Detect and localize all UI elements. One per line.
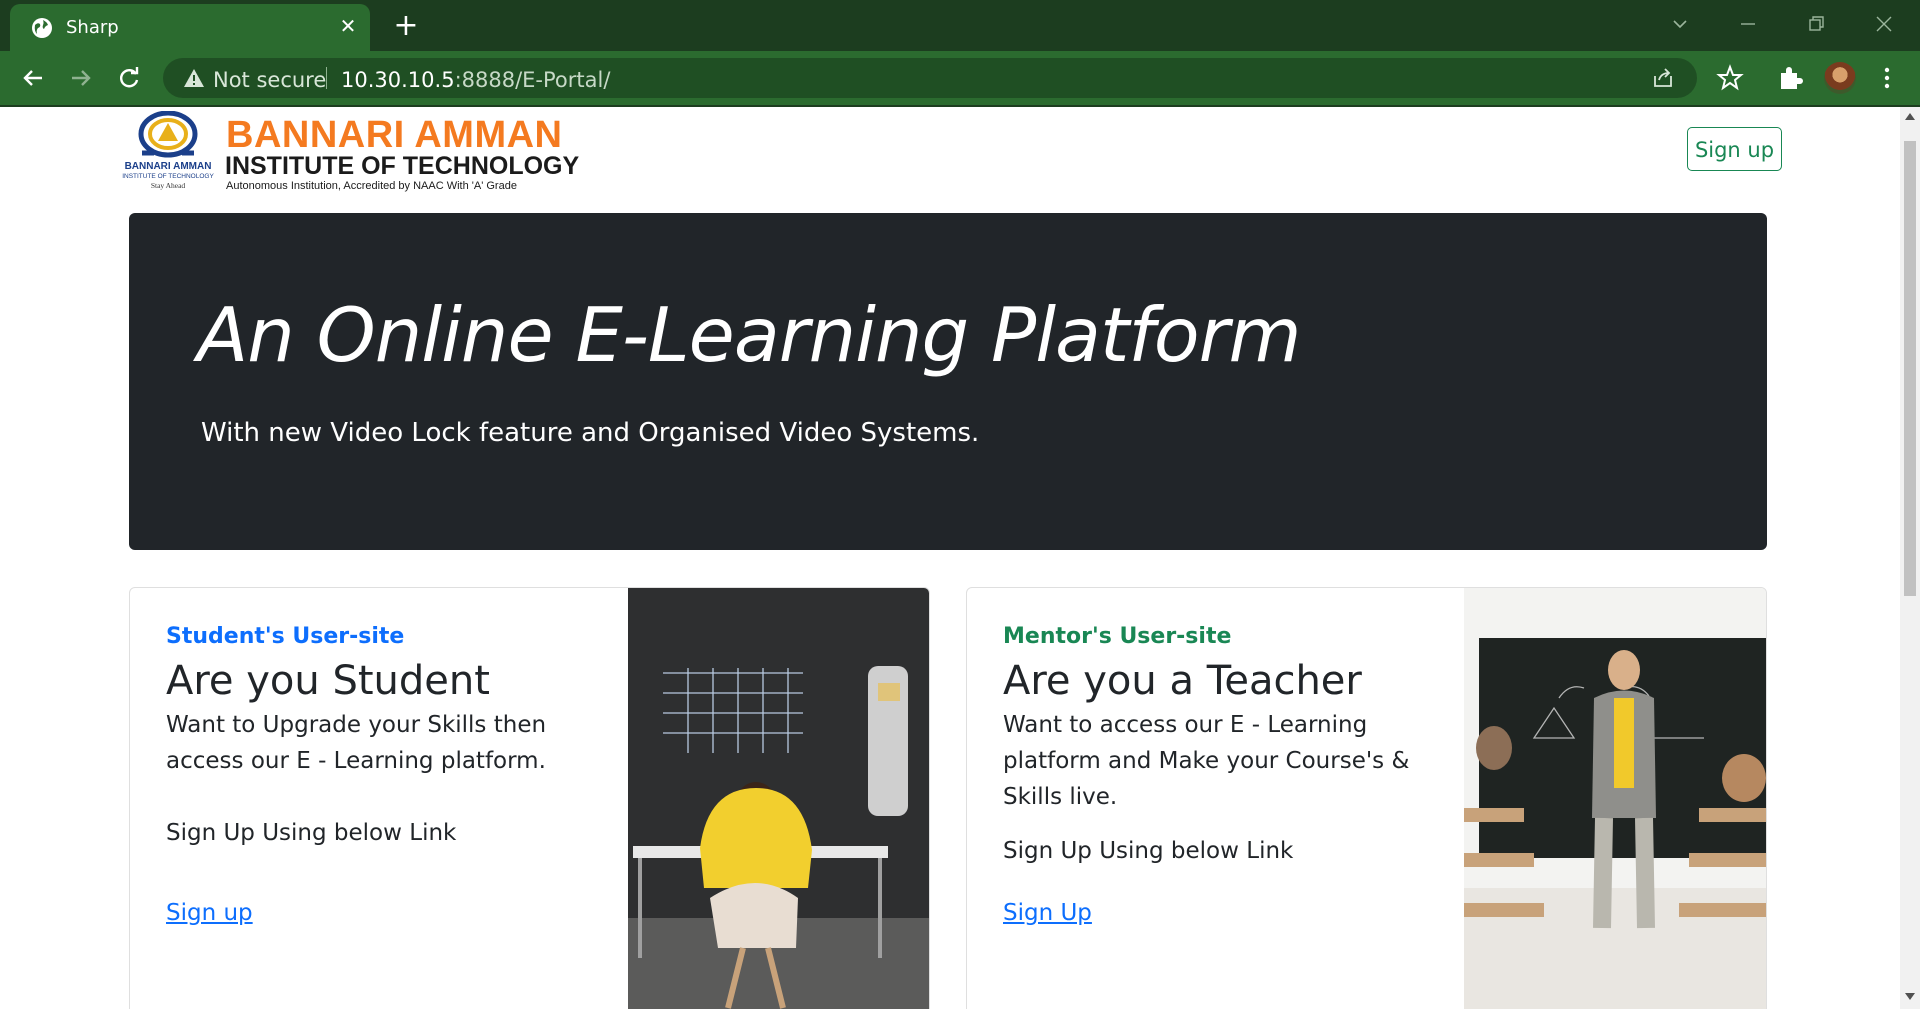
student-card-eyebrow: Student's User-site xyxy=(166,624,405,649)
new-tab-icon[interactable]: + xyxy=(390,11,422,43)
share-icon[interactable] xyxy=(1651,66,1675,90)
menu-icon[interactable] xyxy=(1873,64,1901,92)
emblem-text-2: INSTITUTE OF TECHNOLOGY xyxy=(122,173,214,180)
tab-search-icon[interactable] xyxy=(1667,12,1693,36)
emblem-text-1: BANNARI AMMAN xyxy=(124,161,212,172)
logo-title: BANNARI AMMAN xyxy=(226,114,563,156)
mentor-signup-text: Sign Up Using below Link xyxy=(1003,838,1294,864)
browser-toolbar: Not secure 10.30.10.5:8888/E-Portal/ xyxy=(0,51,1920,107)
mentor-card-image xyxy=(1464,588,1766,1009)
logo-subtitle: INSTITUTE OF TECHNOLOGY xyxy=(225,152,580,180)
browser-tab[interactable]: Sharp ✕ xyxy=(10,4,370,51)
close-icon[interactable]: ✕ xyxy=(335,14,361,40)
page-content: BANNARI AMMAN INSTITUTE OF TECHNOLOGY St… xyxy=(0,107,1900,1009)
header-signup-button[interactable]: Sign up xyxy=(1687,127,1782,171)
hero-banner: An Online E-Learning Platform With new V… xyxy=(129,213,1767,550)
student-card-title: Are you Student xyxy=(166,658,490,704)
mentor-card-eyebrow: Mentor's User-site xyxy=(1003,624,1232,649)
logo-tagline: Autonomous Institution, Accredited by NA… xyxy=(226,180,517,192)
forward-icon[interactable] xyxy=(66,63,96,93)
browser-tabstrip: Sharp ✕ + xyxy=(0,0,1920,51)
student-card-text: Want to Upgrade your Skills then access … xyxy=(166,712,547,774)
globe-icon xyxy=(32,18,52,38)
emblem-text-3: Stay Ahead xyxy=(150,181,186,190)
back-icon[interactable] xyxy=(18,63,48,93)
security-label[interactable]: Not secure xyxy=(213,68,326,92)
mentor-card-text: Want to access our E - Learning platform… xyxy=(1003,712,1410,810)
close-window-icon[interactable] xyxy=(1871,12,1897,36)
profile-avatar[interactable] xyxy=(1824,62,1856,94)
minimize-icon[interactable] xyxy=(1735,12,1761,36)
reload-icon[interactable] xyxy=(114,63,144,93)
url-text[interactable]: 10.30.10.5:8888/E-Portal/ xyxy=(341,68,610,92)
hero-title: An Online E-Learning Platform xyxy=(197,291,1302,379)
mentor-card: Mentor's User-site Are you a Teacher Wan… xyxy=(966,587,1767,1009)
tab-title: Sharp xyxy=(66,17,119,38)
extensions-icon[interactable] xyxy=(1776,64,1804,92)
address-divider xyxy=(326,67,327,89)
hero-subtitle: With new Video Lock feature and Organise… xyxy=(201,418,980,448)
student-card-image xyxy=(628,588,929,1009)
scroll-down-arrow-icon[interactable] xyxy=(1905,993,1915,1000)
scroll-up-arrow-icon[interactable] xyxy=(1905,113,1915,120)
page-scrollbar[interactable] xyxy=(1900,107,1920,1009)
star-icon[interactable] xyxy=(1716,64,1744,92)
url-host: 10.30.10.5 xyxy=(341,68,455,92)
student-card: Student's User-site Are you Student Want… xyxy=(129,587,930,1009)
student-signup-link[interactable]: Sign up xyxy=(166,900,253,926)
mentor-card-title: Are you a Teacher xyxy=(1003,658,1362,704)
url-path: :8888/E-Portal/ xyxy=(454,68,611,92)
student-signup-text: Sign Up Using below Link xyxy=(166,820,457,846)
emblem-icon: BANNARI AMMAN INSTITUTE OF TECHNOLOGY St… xyxy=(120,110,216,191)
address-bar[interactable]: Not secure 10.30.10.5:8888/E-Portal/ xyxy=(163,58,1697,98)
institute-logo[interactable]: BANNARI AMMAN INSTITUTE OF TECHNOLOGY St… xyxy=(120,110,579,192)
mentor-signup-link[interactable]: Sign Up xyxy=(1003,900,1092,926)
restore-icon[interactable] xyxy=(1803,12,1829,36)
scroll-thumb[interactable] xyxy=(1904,141,1916,596)
warning-icon[interactable] xyxy=(183,67,205,89)
